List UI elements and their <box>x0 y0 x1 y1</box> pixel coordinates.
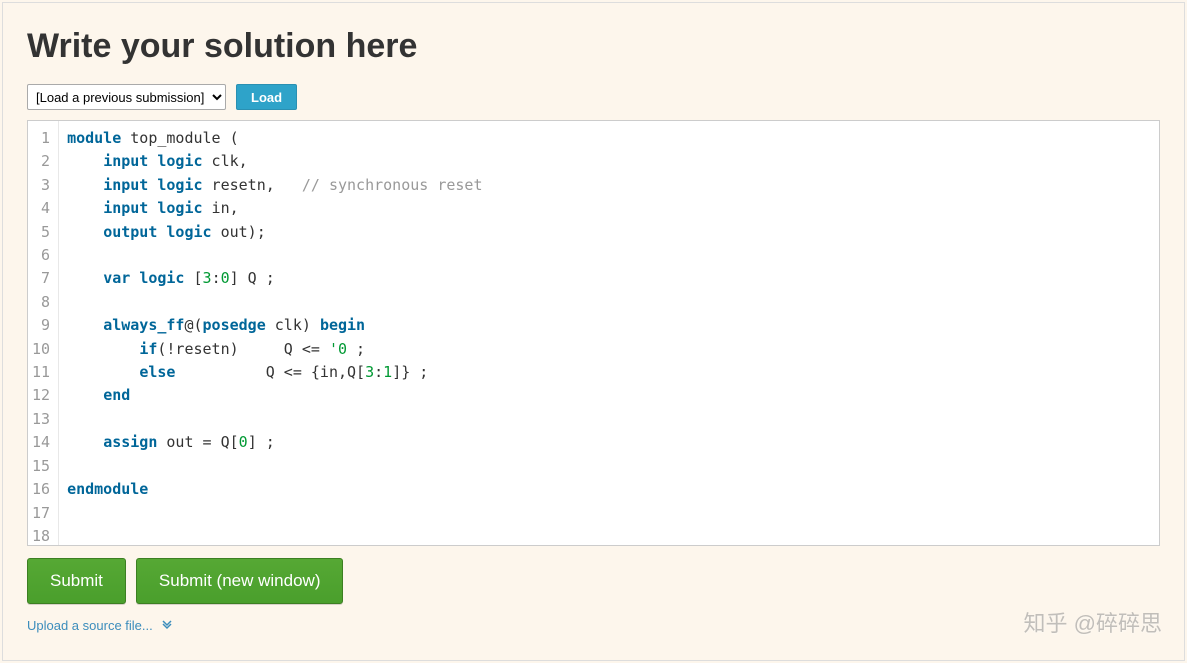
code-line[interactable] <box>67 244 1151 267</box>
code-line[interactable]: always_ff@(posedge clk) begin <box>67 314 1151 337</box>
line-number: 8 <box>32 291 52 314</box>
code-line[interactable]: input logic clk, <box>67 150 1151 173</box>
line-number: 5 <box>32 221 52 244</box>
code-line[interactable]: if(!resetn) Q <= '0 ; <box>67 338 1151 361</box>
line-number: 15 <box>32 455 52 478</box>
code-line[interactable]: module top_module ( <box>67 127 1151 150</box>
line-number: 6 <box>32 244 52 267</box>
line-number: 18 <box>32 525 52 546</box>
code-line[interactable]: else Q <= {in,Q[3:1]} ; <box>67 361 1151 384</box>
line-number: 14 <box>32 431 52 454</box>
page-title: Write your solution here <box>27 27 1160 66</box>
line-number: 13 <box>32 408 52 431</box>
toolbar: [Load a previous submission] Load <box>27 84 1160 110</box>
code-line[interactable]: end <box>67 384 1151 407</box>
upload-link-text: Upload a source file... <box>27 618 153 633</box>
chevron-down-icon <box>161 618 173 633</box>
upload-source-link[interactable]: Upload a source file... <box>27 618 1160 633</box>
solution-panel: Write your solution here [Load a previou… <box>2 2 1185 661</box>
code-line[interactable] <box>67 525 1151 546</box>
line-number: 16 <box>32 478 52 501</box>
line-number: 11 <box>32 361 52 384</box>
line-number: 2 <box>32 150 52 173</box>
submit-button[interactable]: Submit <box>27 558 126 604</box>
line-number: 1 <box>32 127 52 150</box>
previous-submission-select[interactable]: [Load a previous submission] <box>27 84 226 110</box>
line-number: 10 <box>32 338 52 361</box>
code-line[interactable]: assign out = Q[0] ; <box>67 431 1151 454</box>
code-line[interactable] <box>67 291 1151 314</box>
code-area[interactable]: module top_module ( input logic clk, inp… <box>59 121 1159 545</box>
line-number: 3 <box>32 174 52 197</box>
action-row: Submit Submit (new window) <box>27 558 1160 604</box>
line-number: 9 <box>32 314 52 337</box>
code-editor[interactable]: 123456789101112131415161718 module top_m… <box>27 120 1160 546</box>
load-button[interactable]: Load <box>236 84 297 110</box>
line-number: 7 <box>32 267 52 290</box>
line-gutter: 123456789101112131415161718 <box>28 121 59 545</box>
line-number: 17 <box>32 502 52 525</box>
line-number: 4 <box>32 197 52 220</box>
code-line[interactable] <box>67 408 1151 431</box>
code-line[interactable]: output logic out); <box>67 221 1151 244</box>
code-line[interactable]: input logic resetn, // synchronous reset <box>67 174 1151 197</box>
submit-new-window-button[interactable]: Submit (new window) <box>136 558 344 604</box>
code-line[interactable]: endmodule <box>67 478 1151 501</box>
line-number: 12 <box>32 384 52 407</box>
code-line[interactable]: input logic in, <box>67 197 1151 220</box>
code-line[interactable] <box>67 502 1151 525</box>
code-line[interactable] <box>67 455 1151 478</box>
code-line[interactable]: var logic [3:0] Q ; <box>67 267 1151 290</box>
